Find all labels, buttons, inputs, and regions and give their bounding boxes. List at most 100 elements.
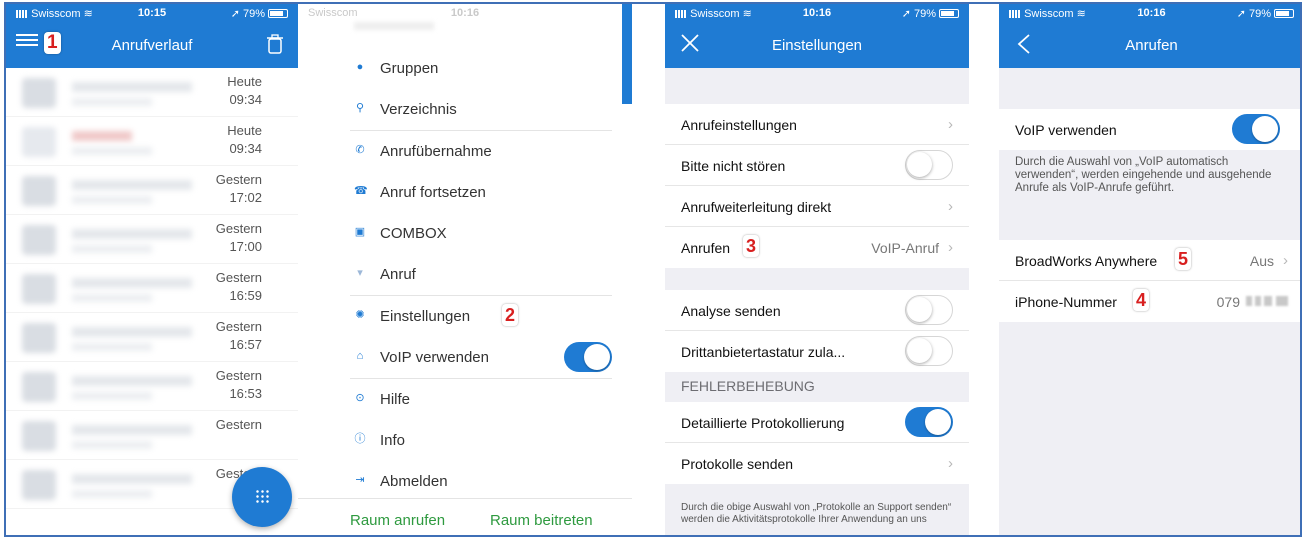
raum-anrufen-link[interactable]: Raum anrufen [350,512,445,529]
menu-item-einstellungen[interactable]: ✺ Einstellungen 2 [354,296,612,337]
navbar: Swisscom ≋ 10:16 ➚ 79% Anrufen [999,4,1300,68]
side-menu: ● Gruppen ⚲ Verzeichnis ✆ Anrufübernahme ☎ A… [350,48,612,502]
call-day: Heute [227,123,262,138]
call-row[interactable]: Gestern 16:53 [6,362,298,411]
dnd-toggle[interactable] [905,150,953,180]
call-time: 09:34 [229,92,262,107]
menu-item-abmelden[interactable]: ⇥ Abmelden [354,461,612,502]
menu-item-combox[interactable]: ▣ COMBOX [354,213,612,254]
help-icon: ⊙ [355,392,365,404]
raum-beitreten-link[interactable]: Raum beitreten [490,512,593,529]
settings-group-2: Analyse senden Drittanbietertastatur zul… [665,290,969,372]
logging-toggle[interactable] [905,407,953,437]
settings-group-3: Detaillierte Protokollierung Protokolle … [665,402,969,484]
avatar [22,421,56,451]
avatar [22,274,56,304]
call-time: 17:02 [229,190,262,205]
menu-item-anruf-fortsetzen[interactable]: ☎ Anruf fortsetzen [354,172,612,213]
menu-item-gruppen[interactable]: ● Gruppen [354,48,612,89]
menu-item-anrufuebernahme[interactable]: ✆ Anrufübernahme [354,131,612,172]
chevron-right-icon: › [948,198,953,215]
call-row[interactable]: Gestern [6,411,298,460]
battery-icon [1274,9,1294,18]
call-row[interactable]: Gestern 16:59 [6,264,298,313]
menu-item-info[interactable]: ⓘ Info [354,420,612,461]
row-protokolle-senden[interactable]: Protokolle senden › [665,443,969,484]
row-bitte-nicht-stoeren[interactable]: Bitte nicht stören [665,145,969,186]
masked-number [1246,296,1288,306]
logout-icon: ⇥ [355,474,365,486]
call-time: 16:59 [229,288,262,303]
chevron-right-icon: › [948,116,953,133]
battery-icon [268,9,288,18]
row-analyse-senden[interactable]: Analyse senden [665,290,969,331]
voip-icon: ⌂ [356,350,364,362]
settings-screen: Swisscom ≋ 10:16 ➚ 79% Einstellungen Anr… [665,4,969,535]
anrufen-value: VoIP-Anruf [871,240,939,256]
call-time: 09:34 [229,141,262,156]
broadworks-value: Aus [1249,253,1274,269]
call-resume-icon: ☎ [354,185,368,197]
row-anrufweiterleitung[interactable]: Anrufweiterleitung direkt › [665,186,969,227]
status-bar: Swisscom ≋ 10:16 ➚ 79% [999,4,1300,22]
status-bar: Swisscom 10:16 [308,7,480,19]
call-time: 16:53 [229,386,262,401]
call-list: Heute 09:34 Heute 09:34 Gestern 17:02 Geste… [6,68,298,509]
dialpad-button[interactable] [232,467,292,527]
avatar [22,323,56,353]
side-menu-footer: Raum anrufen Raum beitreten [298,498,632,535]
call-row[interactable]: Heute 09:34 [6,117,298,166]
call-row[interactable]: Gestern 17:00 [6,215,298,264]
row-iphone-nummer[interactable]: iPhone-Nummer 4 079 [999,281,1300,322]
annotation-badge-4: 4 [1133,289,1150,311]
row-detaillierte-protokollierung[interactable]: Detaillierte Protokollierung [665,402,969,443]
settings-icon: ✺ [355,309,365,321]
page-title: Einstellungen [771,37,863,54]
annotation-badge-2: 2 [502,304,519,326]
menu-item-verzeichnis[interactable]: ⚲ Verzeichnis [354,89,612,130]
navbar-edge [622,4,632,104]
status-bar: Swisscom ≋ 10:16 ➚ 79% [665,4,969,22]
groups-icon: ● [356,61,364,73]
anrufen-screen: Swisscom ≋ 10:16 ➚ 79% Anrufen VoIP verw… [999,4,1300,535]
section-header-fehlerbehebung: FEHLERBEHEBUNG [681,378,815,394]
keyboard-toggle[interactable] [905,336,953,366]
call-time: 16:57 [229,337,262,352]
row-anrufeinstellungen[interactable]: Anrufeinstellungen › [665,104,969,145]
row-broadworks-anywhere[interactable]: BroadWorks Anywhere 5 Aus › [999,240,1300,281]
voip-toggle[interactable] [564,342,612,372]
avatar [22,78,56,108]
call-row[interactable]: Heute 09:34 [6,68,298,117]
page-title: Anrufverlauf [111,37,193,54]
row-voip-verwenden[interactable]: VoIP verwenden [999,109,1300,150]
trash-icon[interactable] [266,34,284,54]
call-history-screen: Swisscom ≋ 10:15 ➚ 79% 1 Anrufverlauf He… [6,4,298,535]
call-day: Heute [227,74,262,89]
info-icon: ⓘ [354,433,366,445]
side-menu-screen: Swisscom 10:16 ● Gruppen ⚲ Verzeichnis ✆ An… [298,4,632,535]
menu-item-anruf[interactable]: ▾ Anruf [354,254,612,295]
chevron-right-icon: › [1283,252,1288,269]
voip-toggle[interactable] [1232,114,1280,144]
call-day: Gestern [215,417,262,432]
call-row[interactable]: Gestern 16:57 [6,313,298,362]
settings-group-1: Anrufeinstellungen › Bitte nicht stören A… [665,104,969,268]
dialpad-icon [255,489,269,505]
call-icon: ▾ [357,267,363,279]
menu-item-voip[interactable]: ⌂ VoIP verwenden [354,337,612,378]
avatar [22,176,56,206]
call-row[interactable]: Gestern 17:02 [6,166,298,215]
navbar: Swisscom ≋ 10:16 ➚ 79% Einstellungen [665,4,969,68]
call-pickup-icon: ✆ [355,144,365,156]
menu-item-hilfe[interactable]: ⊙ Hilfe [354,379,612,420]
row-anrufen[interactable]: Anrufen 3 VoIP-Anruf › [665,227,969,268]
chevron-right-icon: › [948,455,953,472]
avatar [22,470,56,500]
analyse-toggle[interactable] [905,295,953,325]
logging-footnote: Durch die obige Auswahl von „Protokolle … [681,502,952,525]
annotation-badge-5: 5 [1175,248,1192,270]
location-icon: ➚ [901,8,911,20]
avatar [22,225,56,255]
row-drittanbietertastatur[interactable]: Drittanbietertastatur zula... [665,331,969,372]
page-title: Anrufen [1125,37,1178,54]
